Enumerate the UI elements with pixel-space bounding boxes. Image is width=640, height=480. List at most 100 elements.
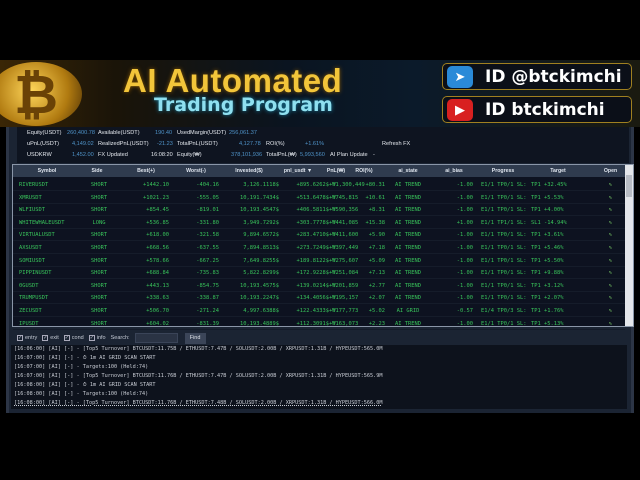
column-header[interactable]: Open: [598, 168, 623, 174]
checkbox-checked-icon[interactable]: ✓: [42, 335, 49, 341]
open-link-icon[interactable]: ✎: [598, 321, 623, 327]
cell-target: TP1 +2.07%: [531, 295, 564, 302]
table-row[interactable]: 0GUSDT SHORT +443.13 -854.75 10,193.4575$ +13…: [13, 279, 625, 292]
cell-worst: -321.58: [196, 232, 219, 239]
column-header[interactable]: ROI(%): [349, 168, 379, 174]
column-header[interactable]: ai_bias: [435, 168, 473, 174]
open-link-icon[interactable]: ✎: [598, 258, 623, 264]
table-row[interactable]: VIRTUALUSDT SHORT +618.00 -321.58 9,894.6572…: [13, 228, 625, 242]
open-link-icon[interactable]: ✎: [598, 245, 623, 251]
cell-symbol: ZECUSDT: [19, 308, 42, 314]
column-header[interactable]: PnL(₩): [321, 168, 351, 174]
cell-best: +1021.23: [143, 194, 169, 201]
open-link-icon[interactable]: ✎: [598, 182, 623, 188]
open-link-icon[interactable]: ✎: [598, 295, 623, 301]
cell-symbol: RIVERUSDT: [19, 182, 49, 188]
cell-progress: E1/1 TP0/1 SL:: [481, 182, 527, 188]
column-header[interactable]: Worst(-): [173, 168, 219, 174]
cell-invested: 5,822.8299$: [243, 270, 279, 277]
promo-banner: ₿ AI Automated Trading Program ➤ ID @btc…: [0, 60, 640, 127]
cell-ai-state: AI TREND: [395, 295, 421, 302]
cell-pnl-usdt: +513.6478$: [296, 194, 329, 201]
cell-roi: +2.77: [368, 282, 385, 289]
open-link-icon[interactable]: ✎: [598, 283, 623, 289]
refresh-fx-button[interactable]: Refresh FX: [382, 141, 410, 147]
column-header[interactable]: Invested($): [221, 168, 277, 174]
cell-ai-bias: -1.00: [456, 282, 473, 289]
cell-symbol: PIPPINUSDT: [19, 270, 52, 277]
filter-exit[interactable]: ✓ exit: [42, 335, 59, 341]
open-link-icon[interactable]: ✎: [598, 232, 623, 238]
cell-target: TP1 +32.45%: [531, 182, 567, 188]
search-input[interactable]: [134, 333, 178, 343]
cell-pnl-krw: +₩745,815: [329, 194, 359, 201]
cell-side: LONG: [92, 219, 106, 226]
log-line: [16:06:00] [AI] [-] - [Top5 Turnover] BT…: [14, 346, 383, 352]
cell-progress: E1/1 TP0/1 SL:: [481, 257, 527, 264]
cell-invested: 10,193.4547$: [240, 207, 279, 214]
table-row[interactable]: ZECUSDT SHORT +506.70 -271.24 4,997.6388$ +12…: [13, 304, 625, 317]
realized-label: RealizedPnL(USDT): [98, 141, 149, 147]
totalpnl-krw-value: 5,993,560: [300, 152, 325, 158]
open-link-icon[interactable]: ✎: [598, 220, 623, 226]
table-scrollbar[interactable]: [625, 165, 633, 326]
log-panel[interactable]: [16:06:00] [AI] [-] - [Top5 Turnover] BT…: [11, 345, 627, 409]
table-row[interactable]: XMRUSDT SHORT +1021.23 -555.05 10,191.7434$ +…: [13, 191, 625, 204]
cell-ai-bias: -1.00: [456, 207, 473, 214]
checkbox-checked-icon[interactable]: ✓: [17, 335, 23, 341]
cell-ai-state: AI TREND: [395, 270, 421, 277]
table-row[interactable]: IPUSDT SHORT +604.02 -831.39 10,193.4889$ +11…: [13, 317, 625, 330]
cell-target: TP1 +9.88%: [531, 270, 564, 277]
table-row[interactable]: TRUMPUSDT SHORT +338.63 -338.87 10,193.2247$…: [13, 291, 625, 305]
column-header[interactable]: Best(+): [123, 168, 169, 174]
column-header[interactable]: Target: [533, 168, 583, 174]
checkbox-checked-icon[interactable]: ✓: [63, 335, 70, 341]
filter-cond-label: cond: [71, 335, 84, 341]
equity-krw-label: Equity(₩): [177, 152, 202, 158]
cell-pnl-krw: +₩177,773: [329, 308, 359, 314]
cell-invested: 10,191.7434$: [240, 194, 279, 201]
cell-pnl-krw: +₩163,073: [329, 320, 359, 327]
cell-ai-bias: -1.00: [456, 257, 473, 264]
table-row[interactable]: WLFIUSDT SHORT +854.45 -819.01 10,193.4547$ +…: [13, 203, 625, 217]
column-header[interactable]: Symbol: [17, 168, 77, 174]
log-line: [16:07:00] [AI] [-] - Targets:100 (Held:…: [14, 364, 149, 370]
cell-ai-state: AI TREND: [395, 245, 421, 251]
table-row[interactable]: WHITEWHALEUSDT LONG +536.85 -331.80 3,949.72…: [13, 216, 625, 229]
checkbox-checked-icon[interactable]: ✓: [88, 335, 95, 341]
cell-side: SHORT: [90, 207, 108, 214]
cell-invested: 9,894.6572$: [243, 232, 279, 239]
table-row[interactable]: AXSUSDT SHORT +668.56 -637.55 7,894.8513$ +27…: [13, 241, 625, 254]
table-row[interactable]: SOMIUSDT SHORT +578.66 -667.25 7,649.8255$ +1…: [13, 254, 625, 267]
cell-pnl-usdt: +273.7249$: [296, 245, 329, 251]
open-link-icon[interactable]: ✎: [598, 195, 623, 201]
cell-pnl-usdt: +283.4710$: [296, 232, 329, 239]
positions-table: Symbol Side Best(+) Worst(-) Invested($) pnl_…: [12, 164, 634, 330]
scrollbar-thumb[interactable]: [626, 175, 632, 197]
cell-worst: -555.05: [196, 194, 219, 201]
youtube-badge: ▶ ID btckimchi: [442, 96, 632, 123]
cell-pnl-usdt: +122.4333$: [296, 308, 329, 314]
cell-best: +604.02: [146, 320, 169, 327]
search-label: Search:: [110, 335, 130, 341]
open-link-icon[interactable]: ✎: [598, 270, 623, 276]
cell-worst: -667.25: [196, 257, 219, 264]
totalpnl-label: TotalPnL(USDT): [177, 141, 218, 147]
available-label: Available(USDT): [98, 130, 140, 136]
table-row[interactable]: PIPPINUSDT SHORT +688.84 -735.83 5,822.8299$…: [13, 266, 625, 280]
column-header[interactable]: Progress: [473, 168, 533, 174]
open-link-icon[interactable]: ✎: [598, 308, 623, 314]
upnl-label: uPnL(USDT): [27, 141, 60, 147]
filter-entry[interactable]: ✓ entry: [17, 335, 37, 341]
cell-ai-bias: -1.00: [456, 295, 473, 302]
filter-info[interactable]: ✓ info: [88, 335, 106, 341]
column-header[interactable]: Side: [77, 168, 117, 174]
table-row[interactable]: RIVERUSDT SHORT +1442.10 -404.16 3,126.1118$…: [13, 178, 625, 191]
column-header[interactable]: ai_state: [385, 168, 431, 174]
find-button[interactable]: Find: [184, 332, 206, 344]
filter-cond[interactable]: ✓ cond: [63, 335, 84, 341]
column-header[interactable]: pnl_usdt ▼: [275, 168, 321, 174]
cell-side: SHORT: [90, 194, 108, 201]
cell-ai-bias: +1.00: [456, 219, 473, 226]
open-link-icon[interactable]: ✎: [598, 207, 623, 213]
